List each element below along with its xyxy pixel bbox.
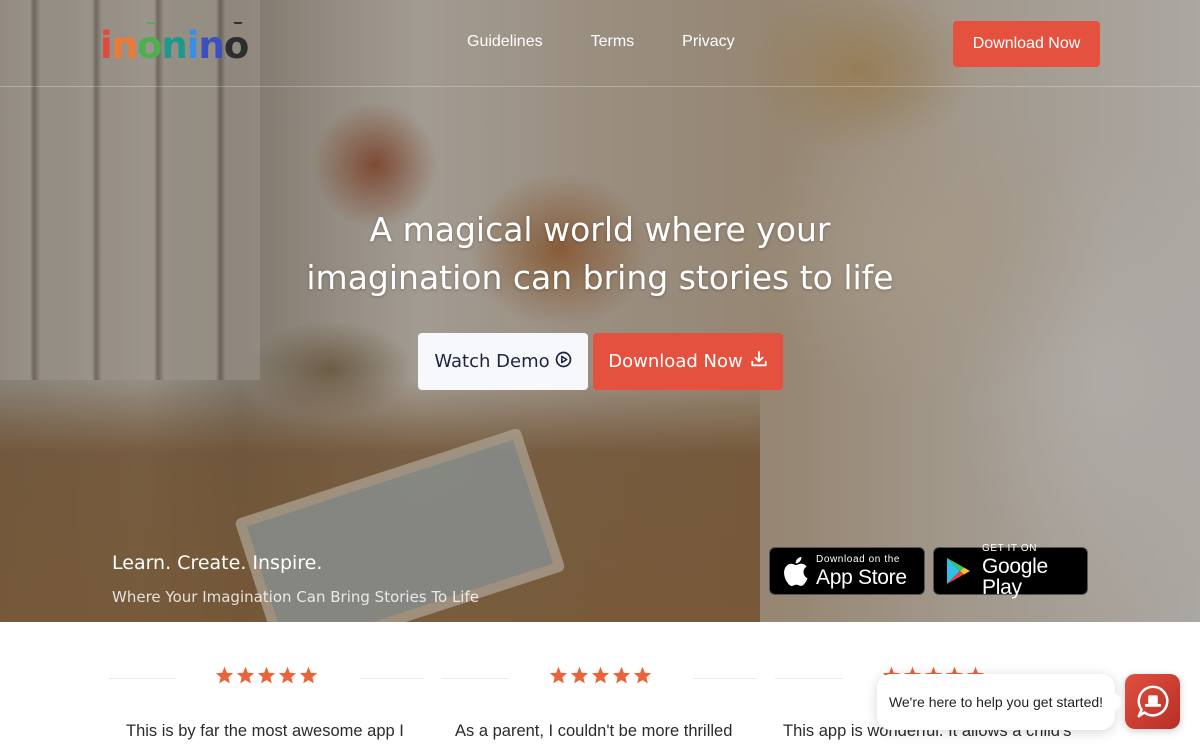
app-store-text: Download on the App Store	[816, 553, 907, 589]
divider-line	[693, 678, 757, 679]
divider-line	[108, 678, 176, 679]
watch-demo-label: Watch Demo	[434, 351, 550, 372]
star-rating	[215, 666, 318, 688]
star-icon	[612, 666, 631, 688]
hero-tagline: Learn. Create. Inspire.	[112, 552, 323, 574]
app-store-small-text: Download on the	[816, 553, 901, 565]
logo-letter: n	[161, 24, 187, 67]
watch-demo-button[interactable]: Watch Demo	[418, 333, 588, 390]
chat-hat-icon	[1134, 683, 1172, 721]
divider-line	[360, 678, 424, 679]
nav-link-guidelines[interactable]: Guidelines	[467, 33, 543, 51]
main-nav: Guidelines Terms Privacy	[467, 33, 735, 51]
google-play-badge[interactable]: GET IT ON Google Play	[933, 543, 1088, 599]
google-play-small-text: GET IT ON	[982, 543, 1038, 554]
divider-line	[441, 678, 509, 679]
logo-letter: n	[198, 24, 224, 67]
brand-logo[interactable]: inonino	[100, 22, 249, 67]
chat-greeting-bubble[interactable]: We're here to help you get started!	[877, 674, 1115, 730]
hero-overlay	[0, 0, 1200, 622]
apple-icon	[782, 556, 808, 586]
app-store-badge[interactable]: Download on the App Store	[769, 547, 925, 595]
star-icon	[570, 666, 589, 688]
logo-letter: n	[111, 24, 138, 67]
google-play-big-text: Google Play	[982, 555, 1048, 599]
nav-link-privacy[interactable]: Privacy	[682, 33, 734, 51]
nav-divider	[0, 86, 1200, 87]
google-play-text: GET IT ON Google Play	[982, 543, 1087, 599]
logo-letter: i	[186, 24, 200, 67]
star-icon	[278, 666, 297, 688]
app-store-big-text: App Store	[816, 565, 907, 589]
download-icon	[750, 350, 768, 373]
logo-letter: o	[137, 22, 162, 67]
logo-letter: i	[100, 24, 113, 67]
star-icon	[633, 666, 652, 688]
review-text: As a parent, I couldn't be more thrilled	[455, 722, 733, 740]
nav-download-button[interactable]: Download Now	[953, 21, 1100, 67]
star-icon	[591, 666, 610, 688]
play-circle-icon	[555, 351, 572, 373]
logo-letter: o	[223, 22, 249, 67]
hero-subline: Where Your Imagination Can Bring Stories…	[112, 588, 479, 606]
review-text: This is by far the most awesome app I	[126, 722, 404, 740]
hero-title: A magical world where your imagination c…	[250, 206, 950, 302]
star-icon	[299, 666, 318, 688]
chat-greeting-text: We're here to help you get started!	[888, 694, 1104, 710]
hero-section: inonino Guidelines Terms Privacy Downloa…	[0, 0, 1200, 622]
nav-link-terms[interactable]: Terms	[591, 33, 635, 51]
star-rating	[549, 666, 652, 688]
hero-title-line-1: A magical world where your	[369, 210, 831, 249]
hero-download-button[interactable]: Download Now	[593, 333, 783, 390]
chat-launcher-button[interactable]	[1125, 674, 1180, 729]
divider-line	[775, 678, 843, 679]
star-icon	[215, 666, 234, 688]
google-play-icon	[946, 557, 972, 585]
star-icon	[549, 666, 568, 688]
hero-download-label: Download Now	[608, 351, 743, 372]
hero-title-line-2: imagination can bring stories to life	[306, 258, 894, 297]
star-icon	[257, 666, 276, 688]
star-icon	[236, 666, 255, 688]
